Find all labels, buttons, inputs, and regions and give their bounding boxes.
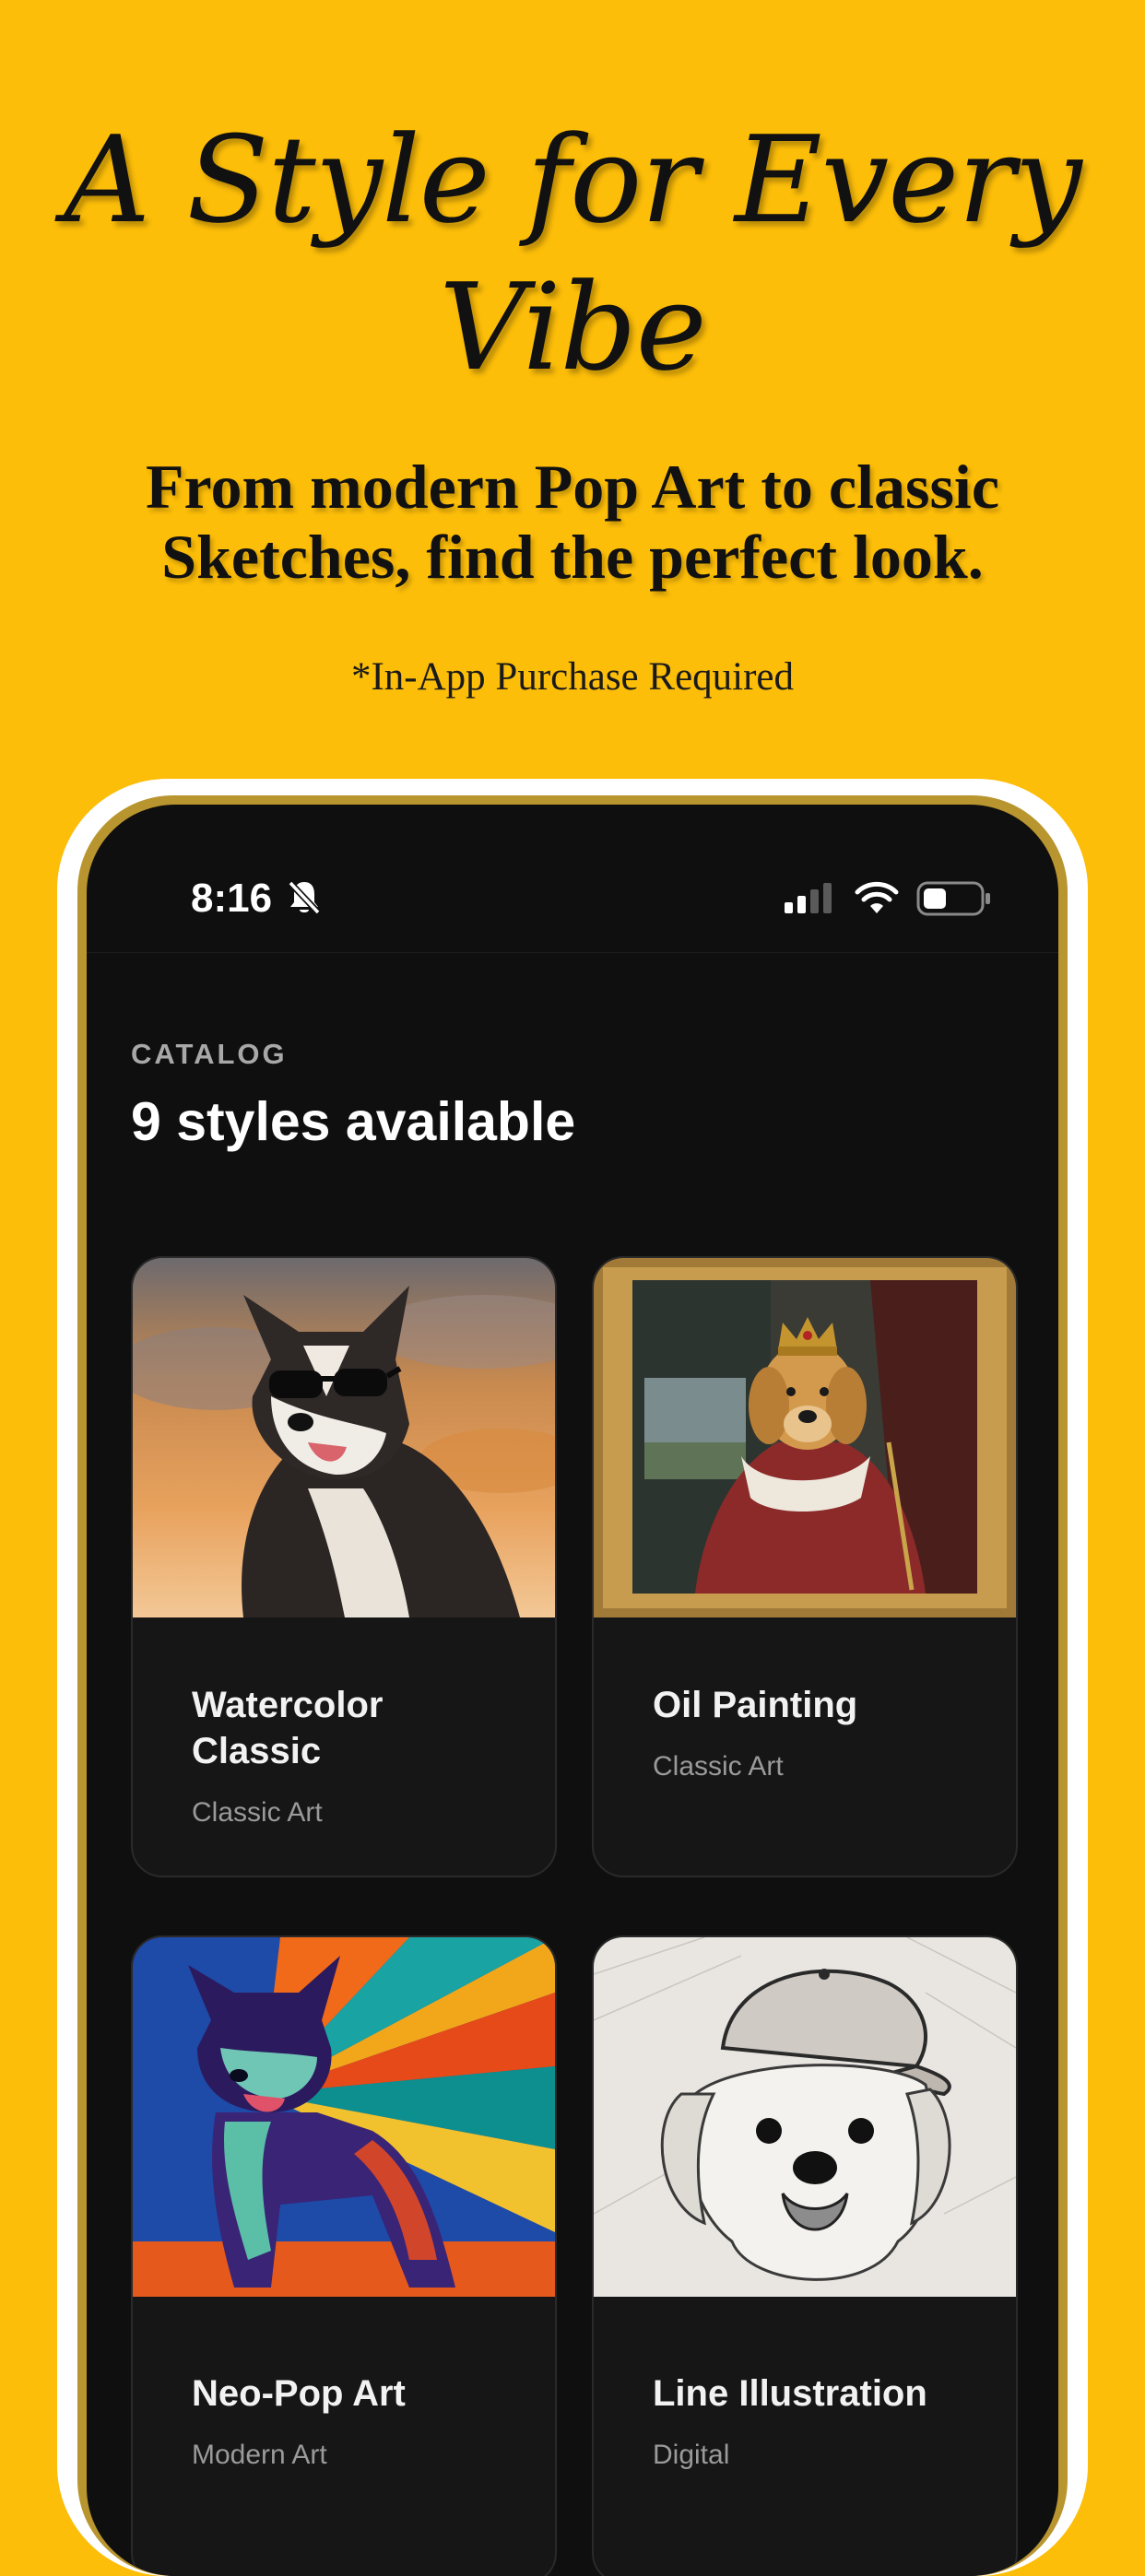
style-card-watercolor-classic[interactable]: Watercolor Classic Classic Art — [131, 1256, 557, 1877]
card-title-line1: Line Illustration — [653, 2373, 927, 2414]
card-category: Classic Art — [653, 1751, 784, 1782]
status-time: 8:16 — [191, 876, 273, 921]
card-title-line1: Watercolor — [192, 1685, 384, 1725]
card-title: Neo-Pop Art — [192, 2370, 524, 2417]
card-image-line-illustration-poodle — [594, 1937, 1016, 2297]
card-image-watercolor-husky — [133, 1258, 555, 1617]
card-category: Digital — [653, 2440, 730, 2470]
card-image-neo-pop-husky — [133, 1937, 555, 2297]
promo-subtitle: From modern Pop Art to classic Sketches,… — [0, 452, 1145, 592]
promo-subtitle-line1: From modern Pop Art to classic — [145, 452, 1000, 522]
promo-title: A Style for Every Vibe — [0, 106, 1145, 401]
catalog-count: 9 styles available — [131, 1091, 576, 1152]
wifi-icon — [855, 881, 899, 913]
card-title-line1: Neo-Pop Art — [192, 2373, 406, 2414]
device-frame: 8:16 CATALOG 9 styles available Watercol… — [57, 779, 1088, 2576]
signal-icon — [785, 883, 832, 913]
style-card-neo-pop-art[interactable]: Neo-Pop Art Modern Art — [131, 1935, 557, 2576]
card-title: Oil Painting — [653, 1682, 985, 1728]
card-title: Watercolor Classic — [192, 1682, 524, 1774]
catalog-label: CATALOG — [131, 1038, 288, 1070]
promo-subtitle-line2: Sketches, find the perfect look. — [161, 522, 984, 592]
promo-disclaimer: *In-App Purchase Required — [350, 655, 795, 699]
style-card-line-illustration[interactable]: Line Illustration Digital — [592, 1935, 1018, 2576]
card-image-oil-painting-retriever — [594, 1258, 1016, 1617]
card-title-line2: Classic — [192, 1731, 322, 1771]
card-title-line1: Oil Painting — [653, 1685, 858, 1725]
style-card-oil-painting[interactable]: Oil Painting Classic Art — [592, 1256, 1018, 1877]
battery-icon — [916, 881, 990, 916]
promo-title-line2: Vibe — [439, 257, 706, 397]
card-category: Modern Art — [192, 2440, 327, 2470]
status-bar: 8:16 — [87, 805, 1058, 953]
promo-title-line1: A Style for Every — [64, 110, 1082, 250]
device-screen: 8:16 CATALOG 9 styles available Watercol… — [87, 805, 1058, 2576]
bell-slash-icon — [287, 879, 322, 916]
card-title: Line Illustration — [653, 2370, 985, 2417]
device-bezel: 8:16 CATALOG 9 styles available Watercol… — [77, 795, 1068, 2576]
card-category: Classic Art — [192, 1797, 323, 1828]
